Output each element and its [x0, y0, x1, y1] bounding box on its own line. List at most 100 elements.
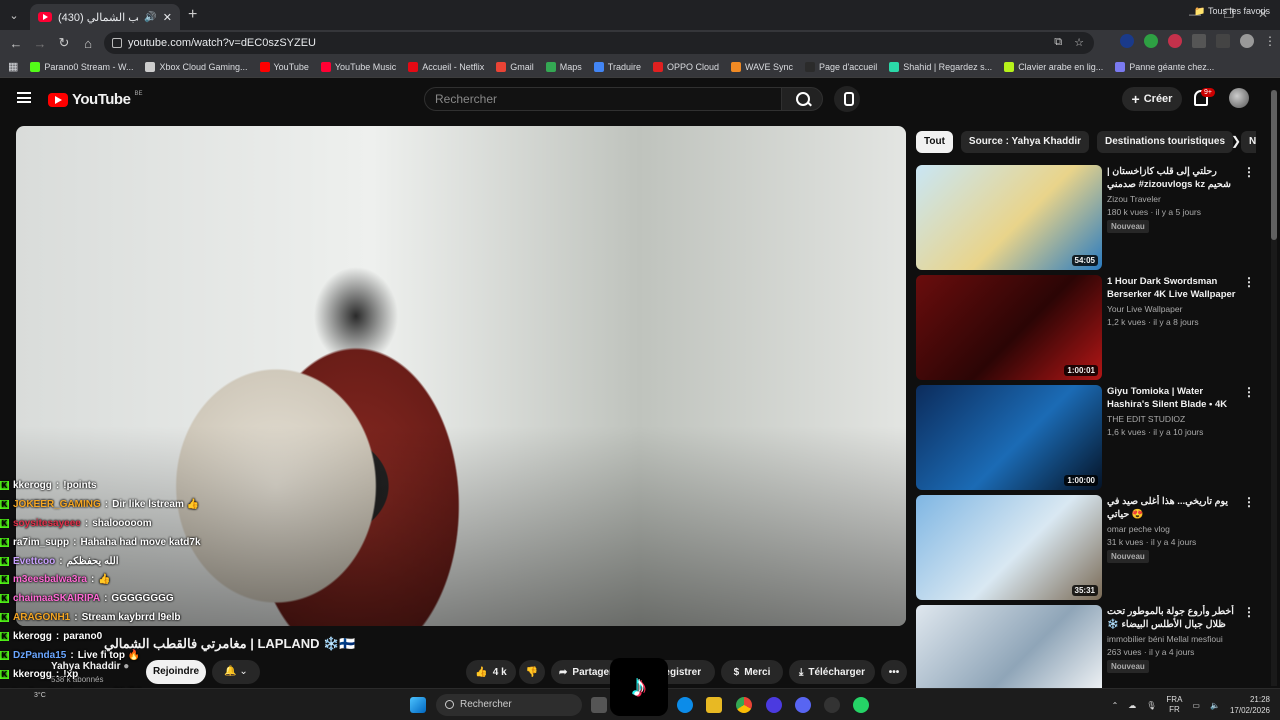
clock[interactable]: 21:28 17/02/2026	[1230, 694, 1270, 716]
voice-search-icon[interactable]	[834, 86, 860, 112]
menu-icon[interactable]	[17, 92, 31, 103]
onedrive-icon[interactable]: ☁	[1128, 701, 1136, 710]
account-avatar[interactable]	[1229, 88, 1249, 108]
create-button[interactable]: + Créer	[1122, 87, 1182, 111]
video-channel[interactable]: Zizou Traveler	[1107, 194, 1161, 204]
more-options-icon[interactable]: ⋮	[1243, 385, 1255, 399]
edge-icon[interactable]	[677, 697, 693, 713]
bookmark-item[interactable]: Panne géante chez...	[1115, 61, 1214, 72]
bookmark-item[interactable]: Clavier arabe en lig...	[1004, 61, 1103, 72]
network-icon[interactable]: ▭	[1192, 701, 1200, 710]
back-icon[interactable]: ←	[4, 36, 28, 51]
lang-top: FRA	[1166, 695, 1183, 704]
bookmark-item[interactable]: YouTube	[259, 61, 309, 72]
extensions-puzzle-icon[interactable]	[1192, 34, 1206, 48]
chevron-right-icon[interactable]: ❯	[1231, 134, 1241, 148]
chrome-icon[interactable]	[736, 697, 752, 713]
bookmark-item[interactable]: Parano0 Stream - W...	[30, 61, 133, 72]
all-bookmarks[interactable]: 📁 Tous les favoris	[1194, 6, 1270, 17]
video-channel[interactable]: Your Live Wallpaper	[1107, 304, 1182, 314]
url-field[interactable]: youtube.com/watch?v=dEC0szSYZEU	[104, 32, 1094, 54]
bookmark-item[interactable]: Page d'accueil	[805, 61, 877, 72]
bookmark-item[interactable]: YouTube Music	[320, 61, 396, 72]
bookmark-item[interactable]: OPPO Cloud	[652, 61, 719, 72]
page-scrollbar[interactable]	[1271, 90, 1277, 686]
filter-chip[interactable]: Source : Yahya Khaddir	[960, 131, 1089, 153]
language-indicator[interactable]: FRA FR	[1166, 695, 1182, 715]
youtube-logo[interactable]: YouTube BE	[48, 91, 142, 108]
reading-list-icon[interactable]	[1216, 34, 1230, 48]
forward-icon[interactable]: →	[28, 36, 52, 51]
new-tab-icon[interactable]: +	[188, 6, 197, 24]
video-channel[interactable]: THE EDIT STUDIOZ	[1107, 414, 1185, 424]
bookmark-item[interactable]: Maps	[545, 61, 582, 72]
bookmark-item[interactable]: Gmail	[496, 61, 534, 72]
more-options-icon[interactable]: ⋮	[1243, 165, 1255, 179]
volume-icon[interactable]: 🔈	[1210, 701, 1220, 710]
discord-icon[interactable]	[795, 697, 811, 713]
file-explorer-icon[interactable]	[706, 697, 722, 713]
browser-menu-icon[interactable]: ⋮	[1264, 34, 1276, 48]
download-button[interactable]: ⤓ Télécharger	[789, 660, 875, 684]
close-tab-icon[interactable]: ✕	[163, 11, 172, 24]
filter-chip[interactable]: Tout	[916, 131, 953, 153]
tab-search-icon[interactable]: ⌄	[0, 0, 28, 30]
video-title[interactable]: 1 Hour Dark Swordsman Berserker 4K Live …	[1107, 275, 1239, 302]
thanks-button[interactable]: $ Merci	[721, 660, 783, 684]
like-count: 4 k	[492, 666, 507, 678]
video-thumbnail[interactable]: 35:31	[916, 495, 1102, 600]
video-channel[interactable]: omar peche vlog	[1107, 524, 1170, 534]
dislike-button[interactable]: 👎	[519, 660, 545, 684]
cast-icon[interactable]: ⧉	[1054, 36, 1062, 49]
recommended-video[interactable]: 1:00:00 Giyu Tomioka | Water Hashira's Si…	[916, 385, 1266, 490]
recommended-video[interactable]: 1:00:01 1 Hour Dark Swordsman Berserker 4…	[916, 275, 1266, 380]
browser-tab-active[interactable]: (430) مغامرتي فالقطب الشمالي 🔊 ✕	[30, 4, 180, 30]
video-thumbnail[interactable]: 1:00:00	[916, 385, 1102, 490]
video-title[interactable]: Giyu Tomioka | Water Hashira's Silent Bl…	[1107, 385, 1239, 412]
weather-widget[interactable]: 3°C	[34, 692, 46, 699]
site-info-icon[interactable]	[112, 38, 122, 48]
thanks-label: Merci	[744, 666, 771, 678]
video-title[interactable]: رحلتي إلى قلب كازاخستان | صدمني #zizouvl…	[1107, 165, 1239, 191]
extension-red-icon[interactable]	[1168, 34, 1182, 48]
apps-grid-icon[interactable]: ▦	[8, 60, 18, 73]
microphone-icon[interactable]: 🎙	[1146, 701, 1156, 710]
bookmark-item[interactable]: Xbox Cloud Gaming...	[145, 61, 248, 72]
extension-c-icon[interactable]	[1120, 34, 1134, 48]
more-actions-icon[interactable]: •••	[881, 660, 907, 684]
video-title[interactable]: يوم تاريخي... هذا أغلى صيد في حياتي 😍	[1107, 495, 1239, 521]
obs-icon[interactable]	[824, 697, 840, 713]
filter-chip[interactable]: Destinations touristiques	[1097, 131, 1234, 153]
more-options-icon[interactable]: ⋮	[1243, 275, 1255, 289]
url-text: youtube.com/watch?v=dEC0szSYZEU	[128, 37, 317, 49]
tray-chevron-icon[interactable]: ⌃	[1112, 701, 1119, 710]
start-windows-icon[interactable]	[410, 697, 426, 713]
recommended-video[interactable]: 35:31 يوم تاريخي... هذا أغلى صيد في حياتي…	[916, 495, 1266, 600]
audio-playing-icon[interactable]: 🔊	[144, 12, 156, 23]
more-options-icon[interactable]: ⋮	[1243, 495, 1255, 509]
whatsapp-icon[interactable]	[853, 697, 869, 713]
reload-icon[interactable]: ↻	[52, 35, 76, 51]
video-channel[interactable]: immobilier béni Mellal mesfioui	[1107, 634, 1223, 644]
bookmark-item[interactable]: WAVE Sync	[731, 61, 793, 72]
recommended-video[interactable]: 54:05 رحلتي إلى قلب كازاخستان | صدمني #zi…	[916, 165, 1266, 270]
search-input[interactable]: Rechercher	[424, 87, 782, 111]
more-options-icon[interactable]: ⋮	[1243, 605, 1255, 619]
stream-chat-overlay: Kkkerogg: !points K JOKEER_GAMING: Dir like …	[0, 476, 330, 720]
filter-chip[interactable]: Nouveautés	[1241, 131, 1256, 153]
bookmark-item[interactable]: Traduire	[593, 61, 641, 72]
bookmark-star-icon[interactable]: ☆	[1074, 36, 1084, 49]
app-ring-icon[interactable]	[766, 697, 782, 713]
video-thumbnail[interactable]: 1:00:01	[916, 275, 1102, 380]
bookmark-item[interactable]: Shahid | Regardez s...	[889, 61, 992, 72]
profile-icon[interactable]	[1240, 34, 1254, 48]
video-title[interactable]: أخطر وأروع جولة بالموطور تحت ظلال جبال ا…	[1107, 605, 1239, 632]
bookmark-item[interactable]: Accueil - Netflix	[408, 61, 484, 72]
video-thumbnail[interactable]: 54:05	[916, 165, 1102, 270]
taskbar-search[interactable]: Rechercher	[436, 694, 582, 716]
like-button[interactable]: 👍 4 k	[466, 660, 516, 684]
extension-green-icon[interactable]	[1144, 34, 1158, 48]
search-icon[interactable]	[781, 87, 823, 111]
task-view-icon[interactable]	[591, 697, 607, 713]
home-icon[interactable]: ⌂	[76, 36, 100, 51]
